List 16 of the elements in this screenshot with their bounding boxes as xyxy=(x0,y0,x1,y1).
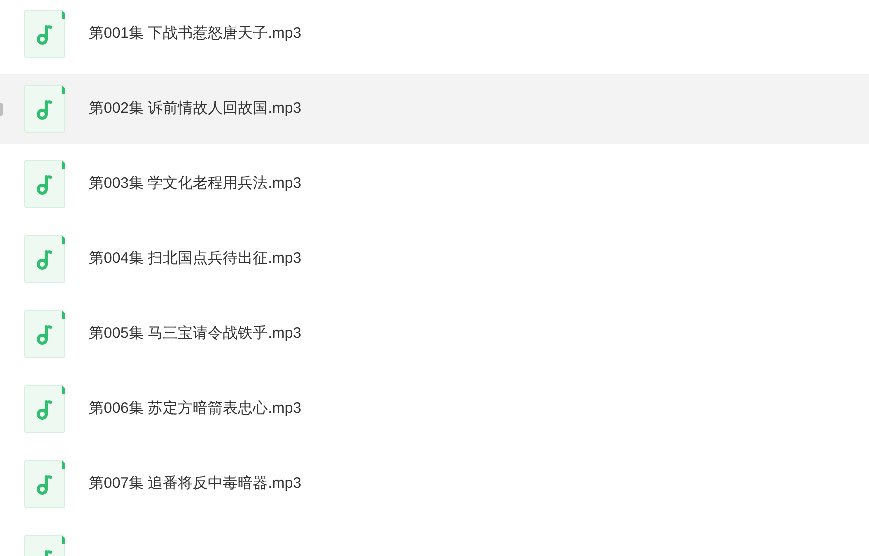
file-name: 第003集 学文化老程用兵法.mp3 xyxy=(89,174,302,194)
audio-file-icon xyxy=(24,10,66,58)
file-name: 第005集 马三宝请令战铁乎.mp3 xyxy=(89,324,302,344)
file-row[interactable]: 第002集 诉前情故人回故国.mp3 xyxy=(0,74,869,144)
file-name: 第001集 下战书惹怒唐天子.mp3 xyxy=(89,24,302,44)
file-name: 第006集 苏定方暗箭表忠心.mp3 xyxy=(89,398,302,419)
file-name: 第002集 诉前情故人回故国.mp3 xyxy=(89,98,302,119)
audio-file-icon xyxy=(24,310,66,358)
file-name: 第007集 追番将反中毒暗器.mp3 xyxy=(89,474,302,494)
audio-file-icon xyxy=(24,384,66,434)
file-name: 第004集 扫北国点兵待出征.mp3 xyxy=(89,248,302,269)
audio-file-icon xyxy=(24,234,66,284)
audio-file-icon xyxy=(24,84,66,134)
selection-marker xyxy=(0,103,3,116)
audio-file-icon xyxy=(24,460,66,508)
audio-file-icon xyxy=(24,160,66,208)
